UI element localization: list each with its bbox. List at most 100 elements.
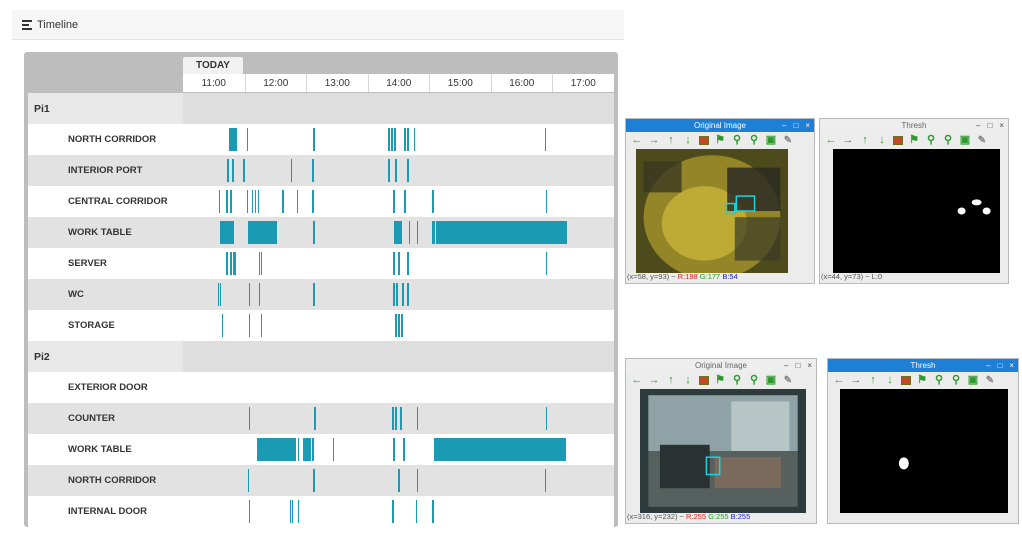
event-bar[interactable] [407, 128, 409, 151]
close-icon[interactable]: × [1009, 361, 1014, 370]
maximize-icon[interactable]: □ [987, 121, 992, 130]
event-bar[interactable] [404, 128, 406, 151]
event-bar[interactable] [256, 438, 297, 461]
zoom-in-icon[interactable]: ⚲ [933, 375, 945, 387]
event-bar[interactable] [219, 221, 234, 244]
arrow-up-icon[interactable]: ↑ [859, 135, 871, 147]
event-bar[interactable] [402, 283, 404, 306]
event-bar[interactable] [398, 469, 400, 492]
close-icon[interactable]: × [807, 361, 812, 370]
disk-icon[interactable]: ▣ [967, 375, 979, 387]
minimize-icon[interactable]: – [782, 121, 786, 130]
image-canvas[interactable] [833, 149, 1000, 273]
original-image-window-2[interactable]: Original Image – □ × ← → ↑ ↓ ⚑ ⚲ ⚲ ▣ ✎ (x=316, y=232)… [625, 358, 817, 524]
timeline-row[interactable]: WORK TABLE [28, 217, 614, 248]
timeline-row[interactable]: INTERIOR PORT [28, 155, 614, 186]
save-image-icon[interactable] [893, 136, 903, 145]
arrow-right-icon[interactable]: → [842, 135, 854, 147]
timeline-row[interactable]: NORTH CORRIDOR [28, 124, 614, 155]
event-bar[interactable] [392, 407, 394, 430]
brush-icon[interactable]: ✎ [782, 135, 794, 147]
arrow-up-icon[interactable]: ↑ [867, 375, 879, 387]
event-bar[interactable] [282, 190, 284, 213]
event-bar[interactable] [260, 252, 263, 275]
event-bar[interactable] [232, 159, 234, 182]
window-titlebar[interactable]: Thresh – □ × [820, 119, 1008, 132]
arrow-up-icon[interactable]: ↑ [665, 375, 677, 387]
event-bar[interactable] [393, 252, 395, 275]
window-titlebar[interactable]: Thresh – □ × [828, 359, 1018, 372]
event-bar[interactable] [407, 252, 409, 275]
minimize-icon[interactable]: – [986, 361, 990, 370]
timeline-row[interactable]: COUNTER [28, 403, 614, 434]
arrow-left-icon[interactable]: ← [631, 375, 643, 387]
brush-icon[interactable]: ✎ [984, 375, 996, 387]
disk-icon[interactable]: ▣ [765, 375, 777, 387]
event-bar[interactable] [396, 283, 398, 306]
event-bar[interactable] [226, 252, 228, 275]
event-bar[interactable] [312, 190, 314, 213]
event-bar[interactable] [398, 252, 400, 275]
flag-icon[interactable]: ⚑ [908, 135, 920, 147]
event-bar[interactable] [246, 128, 249, 151]
event-bar[interactable] [545, 252, 548, 275]
event-bar[interactable] [416, 469, 419, 492]
event-bar[interactable] [393, 190, 395, 213]
event-bar[interactable] [407, 283, 410, 306]
today-tab[interactable]: TODAY [183, 57, 243, 74]
close-icon[interactable]: × [999, 121, 1004, 130]
disk-icon[interactable]: ▣ [765, 135, 777, 147]
event-bar[interactable] [434, 438, 566, 461]
event-bar[interactable] [544, 128, 547, 151]
zoom-in-icon[interactable]: ⚲ [731, 375, 743, 387]
event-bar[interactable] [235, 128, 237, 151]
arrow-left-icon[interactable]: ← [833, 375, 845, 387]
event-bar[interactable] [234, 252, 236, 275]
event-bar[interactable] [432, 221, 435, 244]
event-bar[interactable] [296, 190, 299, 213]
event-bar[interactable] [302, 438, 311, 461]
event-bar[interactable] [391, 128, 393, 151]
event-bar[interactable] [230, 252, 232, 275]
timeline-row[interactable]: WC [28, 279, 614, 310]
flag-icon[interactable]: ⚑ [714, 135, 726, 147]
thresh-window-2[interactable]: Thresh – □ × ← → ↑ ↓ ⚑ ⚲ ⚲ ▣ ✎ [827, 358, 1019, 524]
thresh-window-1[interactable]: Thresh – □ × ← → ↑ ↓ ⚑ ⚲ ⚲ ▣ ✎ (x=44, y=73) ~ L:0 [819, 118, 1009, 284]
event-bar[interactable] [436, 221, 567, 244]
event-bar[interactable] [247, 469, 250, 492]
image-canvas[interactable] [640, 389, 806, 513]
event-bar[interactable] [297, 438, 300, 461]
arrow-up-icon[interactable]: ↑ [665, 135, 677, 147]
brush-icon[interactable]: ✎ [782, 375, 794, 387]
event-bar[interactable] [332, 438, 335, 461]
event-bar[interactable] [248, 407, 251, 430]
event-bar[interactable] [218, 190, 221, 213]
event-bar[interactable] [401, 314, 403, 337]
event-bar[interactable] [432, 190, 434, 213]
event-bar[interactable] [388, 128, 390, 151]
event-bar[interactable] [394, 221, 402, 244]
zoom-out-icon[interactable]: ⚲ [748, 375, 760, 387]
original-image-window-1[interactable]: Original Image – □ × ← → ↑ ↓ ⚑ ⚲ ⚲ ▣ ✎ (x=58, y=93) ~… [625, 118, 815, 284]
zoom-out-icon[interactable]: ⚲ [950, 375, 962, 387]
event-bar[interactable] [404, 190, 406, 213]
arrow-right-icon[interactable]: → [648, 375, 660, 387]
event-bar[interactable] [413, 128, 416, 151]
event-bar[interactable] [248, 283, 251, 306]
maximize-icon[interactable]: □ [795, 361, 800, 370]
event-bar[interactable] [290, 159, 293, 182]
window-titlebar[interactable]: Original Image – □ × [626, 359, 816, 372]
event-bar[interactable] [393, 283, 395, 306]
event-bar[interactable] [227, 159, 229, 182]
arrow-left-icon[interactable]: ← [825, 135, 837, 147]
event-bar[interactable] [415, 500, 418, 523]
arrow-down-icon[interactable]: ↓ [876, 135, 888, 147]
save-image-icon[interactable] [901, 376, 911, 385]
event-bar[interactable] [395, 407, 397, 430]
event-bar[interactable] [251, 190, 254, 213]
event-bar[interactable] [312, 159, 314, 182]
arrow-down-icon[interactable]: ↓ [682, 375, 694, 387]
event-bar[interactable] [291, 500, 294, 523]
event-bar[interactable] [221, 314, 224, 337]
event-bar[interactable] [219, 283, 222, 306]
